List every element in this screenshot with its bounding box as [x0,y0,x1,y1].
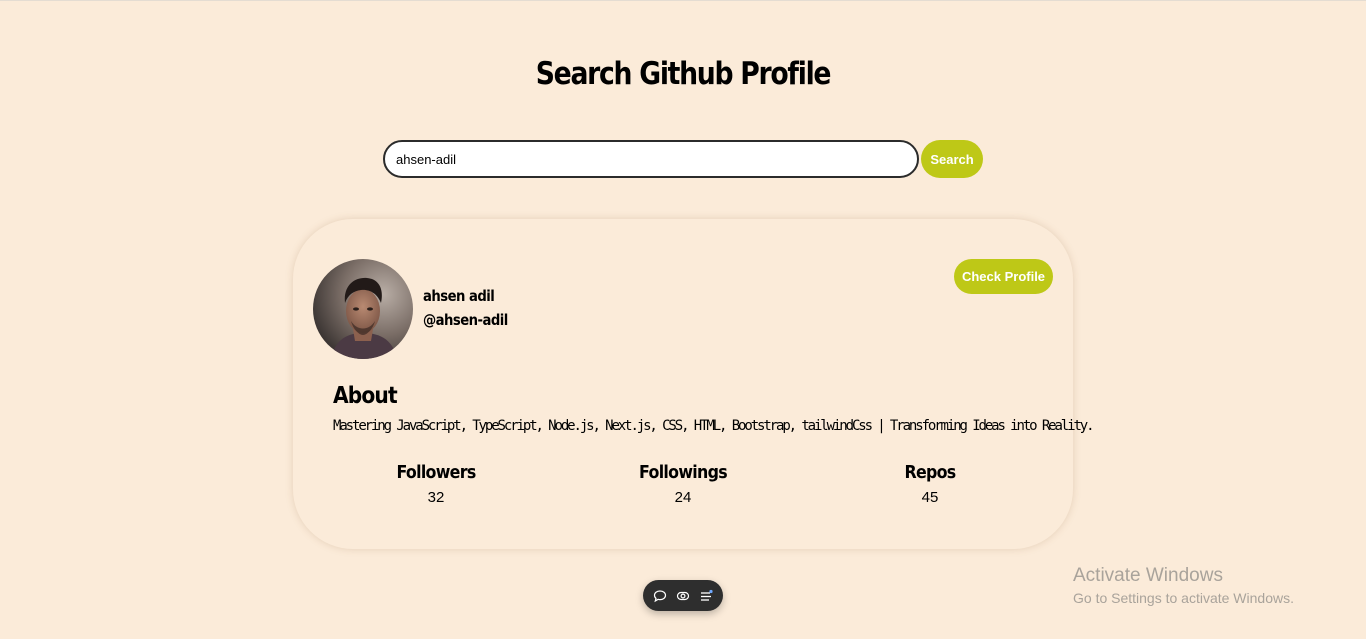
stat-value: 45 [921,489,939,506]
stat-followers: Followers 32 [346,462,526,506]
settings-list-icon[interactable] [698,588,714,604]
check-profile-button[interactable]: Check Profile [954,259,1053,294]
floating-toolbar [643,580,723,611]
search-button[interactable]: Search [921,140,983,178]
about-text: Mastering JavaScript, TypeScript, Node.j… [333,418,1095,434]
stat-followings: Followings 24 [593,462,773,506]
stat-value: 32 [427,489,445,506]
stat-label: Repos [904,462,956,483]
profile-username: @ahsen-adil [423,311,508,329]
eye-icon[interactable] [675,588,691,604]
stat-value: 24 [674,489,692,506]
profile-name: ahsen adil [423,287,495,305]
top-border [0,0,1366,1]
stat-label: Followings [639,462,728,483]
about-heading: About [333,383,398,409]
avatar-photo [313,259,413,359]
stat-repos: Repos 45 [840,462,1020,506]
page-title: Search Github Profile [535,56,832,92]
stat-label: Followers [396,462,476,483]
windows-activation-title: Activate Windows [1073,565,1223,586]
windows-activation-subtitle: Go to Settings to activate Windows. [1073,590,1294,606]
comment-icon[interactable] [652,588,668,604]
search-input[interactable] [383,140,919,178]
profile-card: ahsen adil @ahsen-adil Check Profile Abo… [293,219,1095,549]
search-bar: Search [383,140,983,178]
avatar [313,259,413,359]
